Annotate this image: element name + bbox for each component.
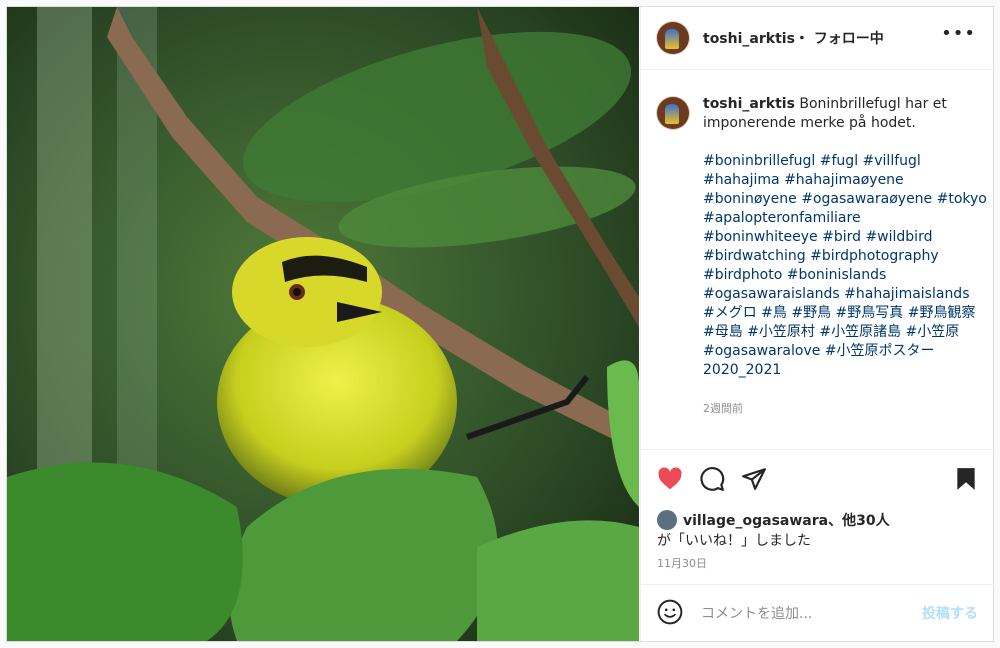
avatar[interactable] xyxy=(657,22,689,54)
hashtag-line[interactable]: #boninwhiteeye #bird #wildbird xyxy=(703,228,981,247)
hashtag-line[interactable]: #birdwatching #birdphotography xyxy=(703,247,981,266)
instagram-post-dialog: toshi_arktis・ フォロー中 ••• toshi_arktis Bon… xyxy=(6,6,994,642)
paper-plane-icon[interactable] xyxy=(741,466,767,492)
post-header: toshi_arktis・ フォロー中 ••• xyxy=(641,7,994,70)
hashtag-line[interactable]: #母島 #小笠原村 #小笠原諸島 #小笠原 xyxy=(703,323,981,342)
username-link[interactable]: toshi_arktis xyxy=(703,31,795,47)
liker-avatar[interactable] xyxy=(657,510,677,530)
post-author: toshi_arktis・ フォロー中 xyxy=(703,28,884,48)
hashtag-line[interactable]: #boninøyene #ogasawaraøyene #tokyo xyxy=(703,190,987,209)
liker-username[interactable]: village_ogasawara xyxy=(683,513,828,529)
post-comment-button[interactable]: 投稿する xyxy=(922,603,978,623)
post-date[interactable]: 11月30日 xyxy=(657,555,707,571)
hashtag-list: #boninbrillefugl #fugl #villfugl #hahaji… xyxy=(703,152,987,380)
caption-area: toshi_arktis Boninbrillefugl har et impo… xyxy=(641,69,994,450)
smiley-icon[interactable] xyxy=(657,599,683,625)
hashtag-line[interactable]: #boninbrillefugl #fugl #villfugl xyxy=(703,152,981,171)
avatar[interactable] xyxy=(657,97,689,129)
hashtag-line[interactable]: #birdphoto #boninislands xyxy=(703,266,981,285)
caption-age: 2週間前 xyxy=(703,402,743,415)
comment-bubble-icon[interactable] xyxy=(699,466,725,492)
follow-status[interactable]: ・ フォロー中 xyxy=(795,31,884,47)
hashtag-line[interactable]: #apalopteronfamiliare xyxy=(703,209,981,228)
post-photo[interactable] xyxy=(7,7,639,641)
caption: toshi_arktis Boninbrillefugl har et impo… xyxy=(703,95,987,380)
hashtag-line[interactable]: 2020_2021 xyxy=(703,361,981,380)
hashtag-line[interactable]: #メグロ #鳥 #野鳥 #野鳥写真 #野鳥観察 xyxy=(703,304,981,323)
post-side-panel: toshi_arktis・ フォロー中 ••• toshi_arktis Bon… xyxy=(640,7,994,641)
comment-bar: コメントを追加... 投稿する xyxy=(641,584,994,641)
action-bar xyxy=(641,450,994,506)
likes-summary: village_ogasawara、他30人 が「いいね！」しました xyxy=(657,510,890,551)
liked-suffix: が「いいね！」しました xyxy=(657,533,811,549)
heart-filled-icon[interactable] xyxy=(657,466,683,492)
hashtag-line[interactable]: #ogasawaraislands #hahajimaislands xyxy=(703,285,981,304)
liked-others-count[interactable]: 、他30人 xyxy=(828,513,889,529)
caption-username[interactable]: toshi_arktis xyxy=(703,96,795,112)
bookmark-filled-icon[interactable] xyxy=(953,466,979,492)
hashtag-line[interactable]: #ogasawaralove #小笠原ポスター xyxy=(703,342,981,361)
comment-input[interactable]: コメントを追加... xyxy=(701,603,812,623)
hashtag-line[interactable]: #hahajima #hahajimaøyene xyxy=(703,171,981,190)
more-options-icon[interactable]: ••• xyxy=(941,23,976,44)
